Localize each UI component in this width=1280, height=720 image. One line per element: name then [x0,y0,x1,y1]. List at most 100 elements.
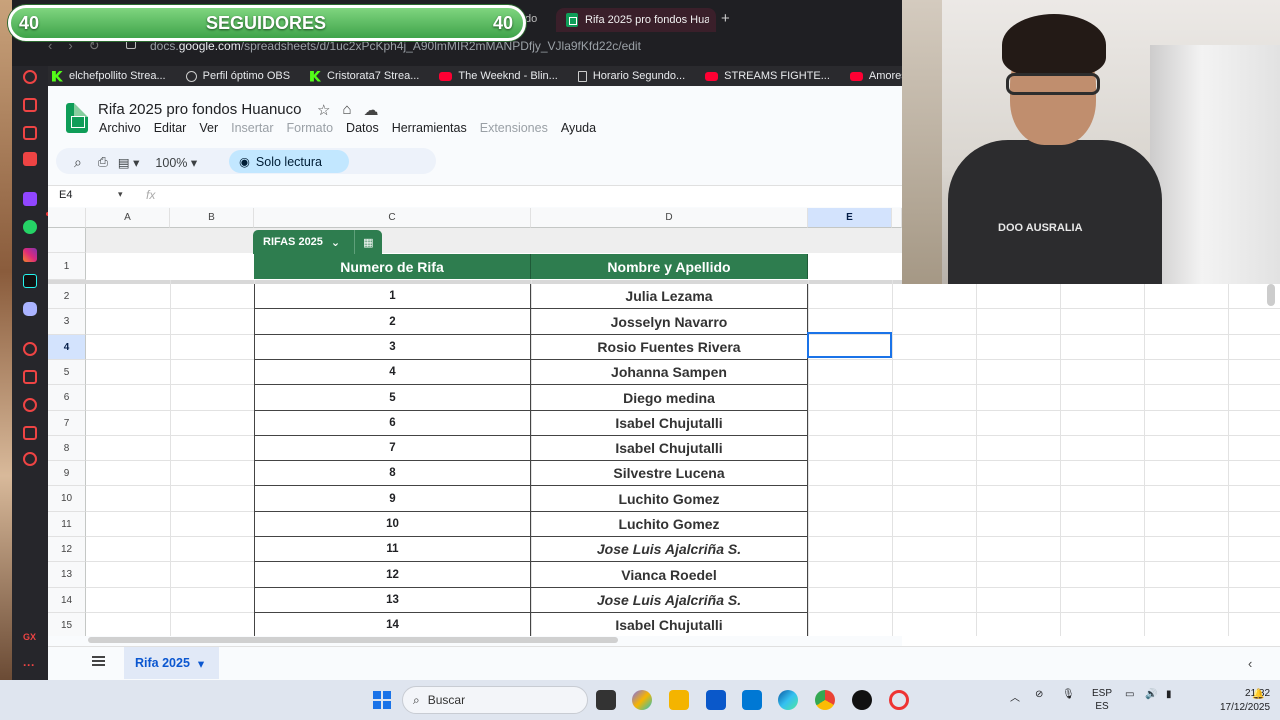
messenger-icon[interactable] [23,152,37,166]
language-indicator[interactable]: ESP ES [1092,687,1112,713]
horizontal-scrollbar[interactable] [88,637,618,643]
pin-icon[interactable] [23,370,37,384]
cell-rifa-number[interactable]: 8 [254,461,531,486]
bookmark-item[interactable]: Perfil óptimo OBS [185,70,290,82]
opera-gx-icon[interactable] [889,690,909,710]
menu-editar[interactable]: Editar [154,121,187,135]
row-header-9[interactable]: 9 [48,461,86,486]
menu-datos[interactable]: Datos [346,121,379,135]
all-sheets-icon[interactable] [92,656,105,666]
table-name-chip[interactable]: RIFAS 2025 ⌄ ▦ [253,230,382,254]
column-header-c[interactable]: C [254,208,531,228]
file-explorer-icon[interactable] [669,690,689,710]
cell-participant-name[interactable]: Luchito Gomez [531,486,808,512]
row-header-11[interactable]: 11 [48,512,86,537]
row-header-4[interactable]: 4 [48,335,86,360]
edge-icon[interactable] [778,690,798,710]
sheets-logo-icon[interactable] [66,103,88,133]
cell-participant-name[interactable]: Isabel Chujutalli [531,613,808,636]
bookmark-item[interactable]: Amores De Barr [849,70,902,82]
cell-rifa-number[interactable]: 14 [254,613,531,636]
cell-rifa-number[interactable]: 7 [254,436,531,461]
menu-ver[interactable]: Ver [199,121,218,135]
cell-participant-name[interactable]: Jose Luis Ajalcriña S. [531,537,808,562]
cell-rifa-number[interactable]: 5 [254,385,531,411]
cell-rifa-number[interactable]: 9 [254,486,531,512]
refresh-icon[interactable] [23,70,37,84]
row-header-12[interactable]: 12 [48,537,86,562]
star-icon[interactable]: ☆ [317,101,330,119]
cell-rifa-number[interactable]: 10 [254,512,531,537]
address-bar[interactable]: docs.google.com/spreadsheets/d/1uc2xPcKp… [150,39,641,53]
microphone-icon[interactable]: 🎙 [1062,689,1075,700]
move-icon[interactable]: ⌂ [342,101,351,119]
row-header-13[interactable]: 13 [48,562,86,588]
read-only-badge[interactable]: ◉ Solo lectura [229,150,349,173]
tiktok-icon[interactable] [23,274,37,288]
header-numero-de-rifa[interactable]: Numero de Rifa [254,254,531,279]
view-mode-icon[interactable]: ▤ ▾ [118,155,140,170]
windows-start-icon[interactable] [373,691,391,709]
cell-participant-name[interactable]: Luchito Gomez [531,512,808,537]
search-icon[interactable]: ⌕ [74,154,82,171]
cell-participant-name[interactable]: Silvestre Lucena [531,461,808,486]
chatgpt-icon[interactable] [852,690,872,710]
previous-tab-fragment[interactable]: do [525,13,537,25]
discord-icon[interactable] [23,302,37,316]
taskbar-search[interactable]: ⌕ Buscar [402,686,588,714]
row-header-2[interactable]: 2 [48,284,86,309]
show-hidden-icons-icon[interactable]: ︿ [1010,689,1020,704]
row-header-8[interactable]: 8 [48,436,86,461]
cloud-status-icon[interactable]: ☁ [364,101,379,119]
corner-header[interactable] [48,208,86,228]
menu-archivo[interactable]: Archivo [99,121,141,135]
row-header-10[interactable]: 10 [48,486,86,512]
shopping-icon[interactable] [23,98,37,112]
vertical-scrollbar[interactable] [1267,284,1275,306]
column-header-d[interactable]: D [531,208,808,228]
print-icon[interactable]: ⎙ [98,155,108,170]
menu-herramientas[interactable]: Herramientas [392,121,467,135]
whatsapp-icon[interactable] [23,220,37,234]
settings-icon[interactable] [23,452,37,466]
battery-icon[interactable]: ▮ [1166,689,1172,700]
row-header-3[interactable]: 3 [48,309,86,335]
bookmark-item[interactable]: STREAMS FIGHTE... [705,70,830,82]
column-header-a[interactable]: A [86,208,170,228]
zoom-select[interactable]: 100% ▾ [155,155,197,170]
bookmark-item[interactable]: elchefpollito Strea... [52,70,166,82]
instagram-icon[interactable] [23,248,37,262]
sheet-tab-rifa-2025[interactable]: Rifa 2025 ▾ [124,647,219,679]
column-header-e[interactable]: E [808,208,892,228]
menu-ayuda[interactable]: Ayuda [561,121,596,135]
row-header-1[interactable]: 1 [48,253,86,280]
cell-rifa-number[interactable]: 3 [254,335,531,360]
cell-participant-name[interactable]: Rosio Fuentes Rivera [531,335,808,360]
cell-participant-name[interactable]: Julia Lezama [531,284,808,309]
name-box[interactable]: E4 [59,189,72,201]
cell-participant-name[interactable]: Vianca Roedel [531,562,808,588]
bookmark-item[interactable]: The Weeknd - Blin... [439,70,558,82]
cell-rifa-number[interactable]: 4 [254,360,531,385]
display-icon[interactable]: ▭ [1125,689,1134,700]
history-icon[interactable] [23,398,37,412]
copilot-icon[interactable] [632,690,652,710]
twitch-icon[interactable] [23,192,37,206]
cell-participant-name[interactable]: Diego medina [531,385,808,411]
chrome-icon[interactable] [815,690,835,710]
cell-participant-name[interactable]: Josselyn Navarro [531,309,808,335]
bookmark-item[interactable]: Cristorata7 Strea... [310,70,419,82]
selected-cell-e4[interactable] [807,332,892,358]
network-off-icon[interactable]: ⊘ [1035,689,1043,700]
cell-participant-name[interactable]: Jose Luis Ajalcriña S. [531,588,808,613]
new-tab-button[interactable]: + [721,10,730,27]
active-tab[interactable]: Rifa 2025 pro fondos Huanuco [556,8,716,32]
header-nombre-y-apellido[interactable]: Nombre y Apellido [531,254,808,279]
column-header-f[interactable] [892,208,902,228]
outlook-icon[interactable] [742,690,762,710]
more-icon[interactable]: ··· [23,658,37,672]
cell-rifa-number[interactable]: 12 [254,562,531,588]
games-icon[interactable] [23,126,37,140]
cell-participant-name[interactable]: Isabel Chujutalli [531,411,808,436]
store-icon[interactable] [706,690,726,710]
